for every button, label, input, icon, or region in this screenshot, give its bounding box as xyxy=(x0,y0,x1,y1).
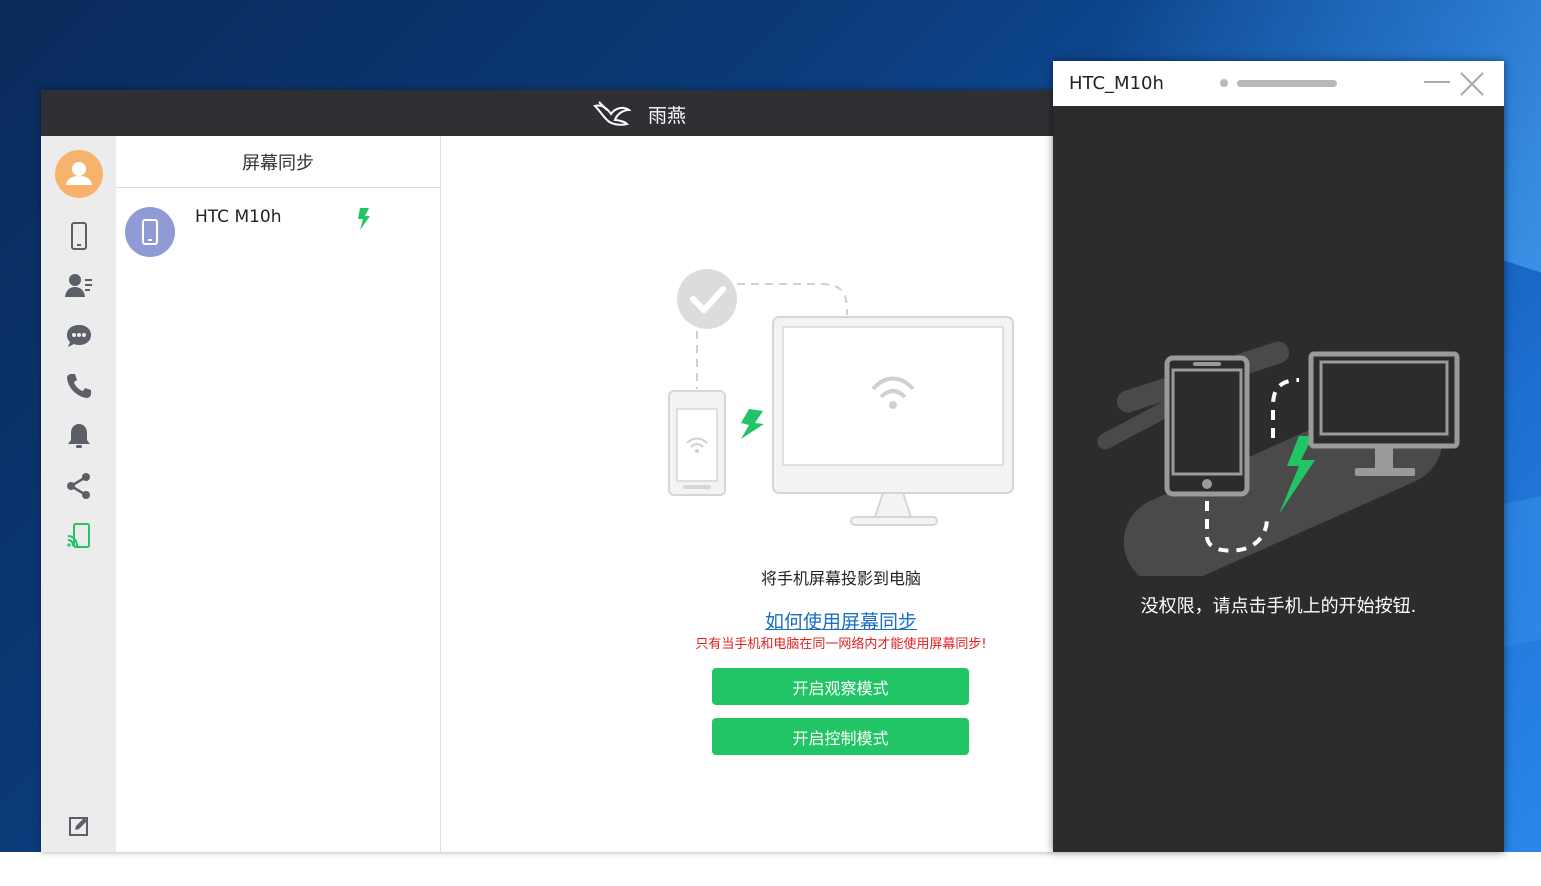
nav-item-screen-sync[interactable] xyxy=(63,520,95,552)
mirror-titlebar: HTC_M10h xyxy=(1053,61,1504,106)
permission-message: 没权限，请点击手机上的开始按钮. xyxy=(1140,596,1417,617)
main-app-window: 雨燕 屏幕同步 HTC M10h 将手机屏幕投影到电脑 如何使用屏幕同步 只有当… xyxy=(41,90,1055,852)
nav-item-feedback[interactable] xyxy=(63,810,95,842)
messages-icon xyxy=(67,325,91,347)
device-list-item[interactable]: HTC M10h xyxy=(116,188,440,260)
app-titlebar: 雨燕 xyxy=(41,90,1055,136)
nav-item-device[interactable] xyxy=(63,220,95,252)
mirror-window: HTC_M10h 没权限，请点击手机上的开始按钮. xyxy=(1053,61,1504,852)
nav-item-messages[interactable] xyxy=(63,320,95,352)
nav-item-contacts[interactable] xyxy=(63,270,95,302)
notification-bell-icon xyxy=(68,424,90,448)
left-nav xyxy=(41,136,116,852)
list-header: 屏幕同步 xyxy=(116,136,440,188)
screen-sync-illustration xyxy=(668,269,1014,526)
user-avatar[interactable] xyxy=(55,150,103,198)
mirror-illustration xyxy=(1097,341,1460,576)
share-icon xyxy=(67,473,90,499)
phone-icon xyxy=(71,222,87,250)
screen-cast-icon xyxy=(67,523,90,548)
user-icon xyxy=(66,162,92,185)
phone-icon xyxy=(142,219,158,245)
nav-item-share[interactable] xyxy=(63,470,95,502)
nav-item-notifications[interactable] xyxy=(63,420,95,452)
app-title: 雨燕 xyxy=(648,105,687,127)
progress-bar xyxy=(1237,80,1337,87)
start-watch-mode-button[interactable]: 开启观察模式 xyxy=(712,668,969,705)
nav-item-calls[interactable] xyxy=(63,370,95,402)
mirror-title: HTC_M10h xyxy=(1069,73,1164,94)
edit-icon xyxy=(69,817,88,836)
connected-bolt-icon xyxy=(358,208,370,230)
call-icon xyxy=(67,374,91,398)
close-icon[interactable] xyxy=(1457,69,1487,99)
minimize-button[interactable] xyxy=(1424,81,1450,83)
start-control-mode-button[interactable]: 开启控制模式 xyxy=(712,718,969,755)
swallow-logo-icon xyxy=(593,101,631,126)
device-name: HTC M10h xyxy=(195,207,282,227)
device-avatar xyxy=(125,207,175,257)
status-dot xyxy=(1220,79,1228,87)
taskbar-area xyxy=(0,852,1541,886)
contacts-icon xyxy=(65,274,92,297)
screen-sync-content: 将手机屏幕投影到电脑 如何使用屏幕同步 只有当手机和电脑在同一网络内才能使用屏幕… xyxy=(441,136,1055,852)
device-list-panel: 屏幕同步 HTC M10h xyxy=(116,136,441,852)
